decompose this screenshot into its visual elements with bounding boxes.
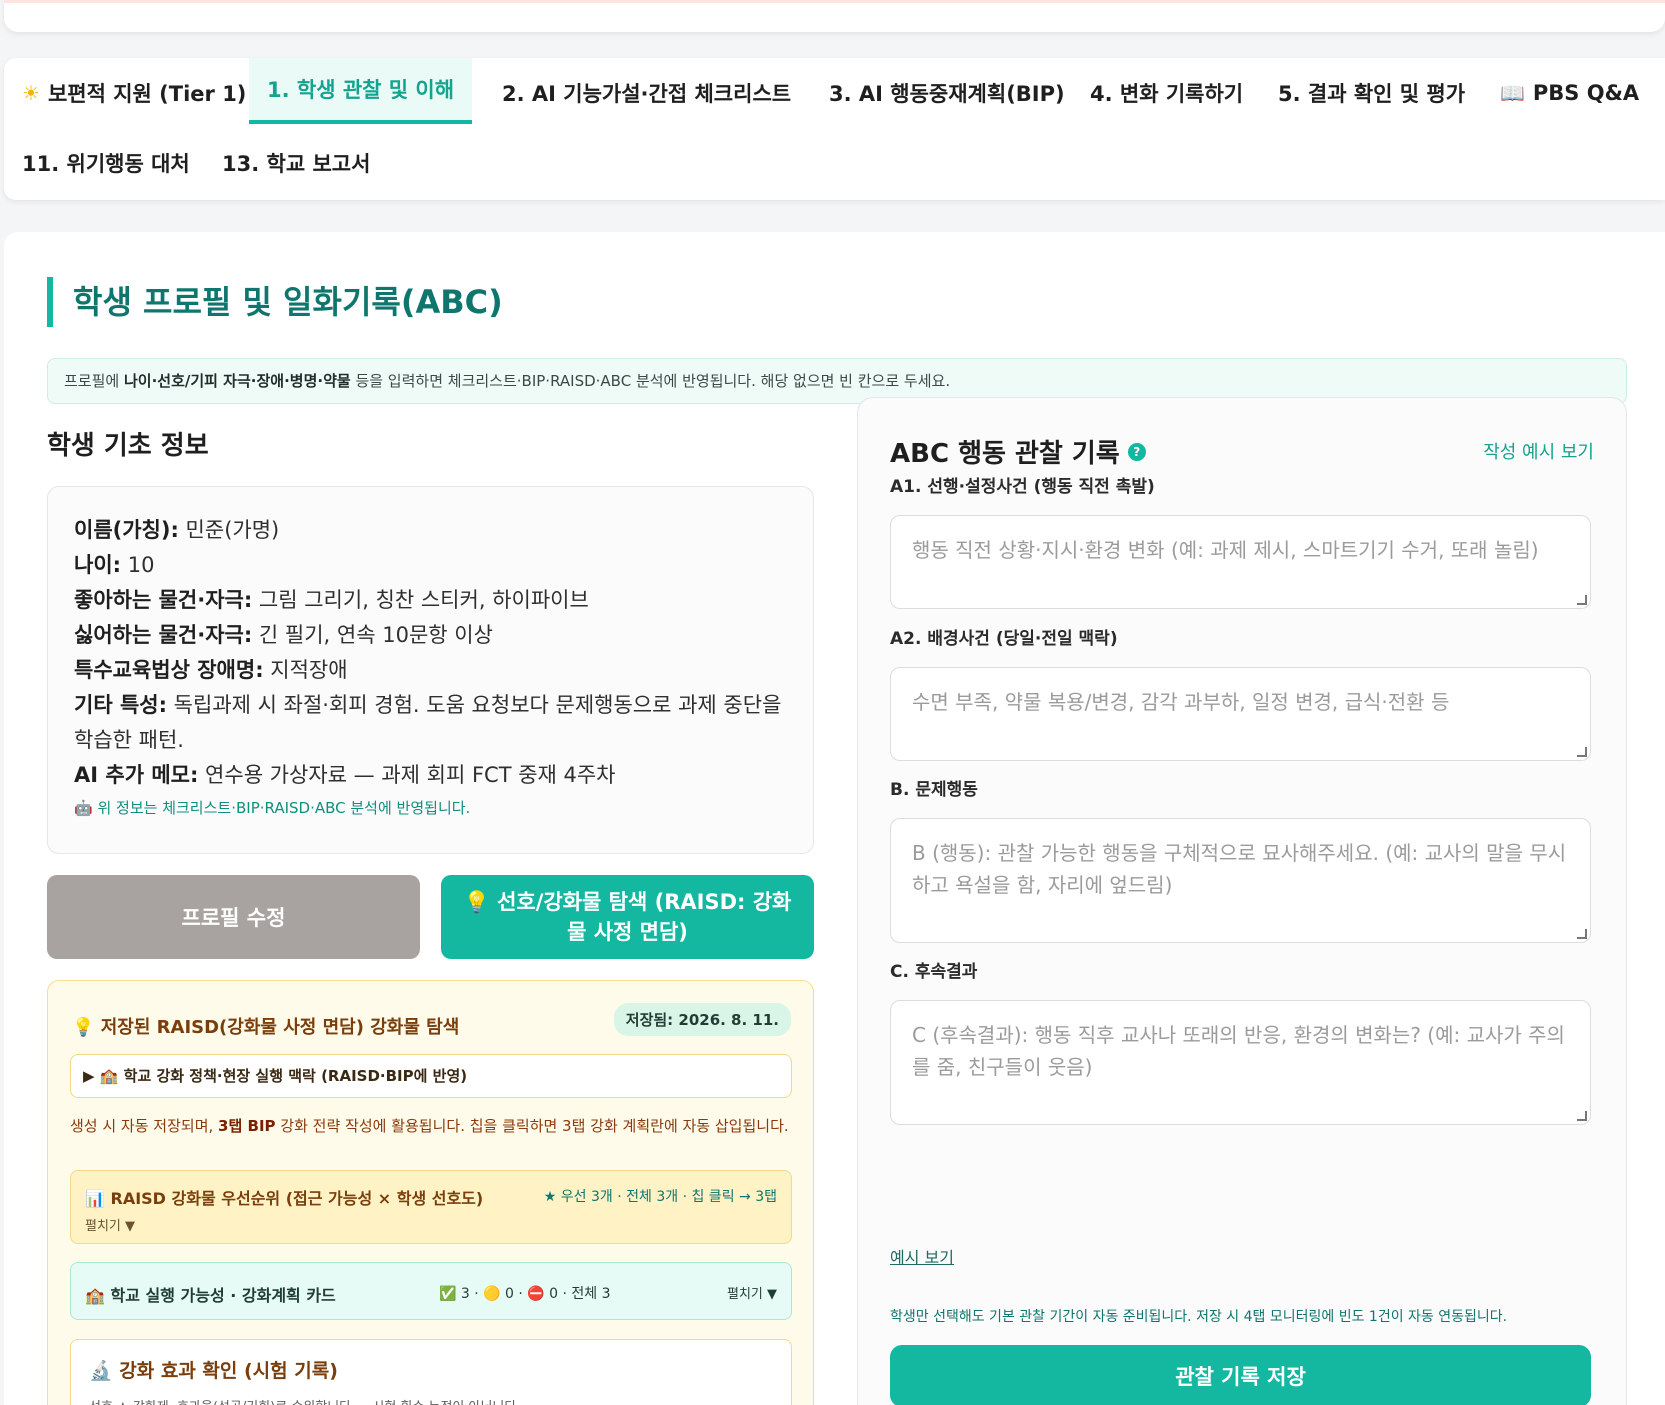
resize-handle[interactable] — [1577, 929, 1587, 939]
priority-meta: ★ 우선 3개 · 전체 3개 · 칩 클릭 → 3탭 — [543, 1189, 777, 1205]
lightbulb-icon: 💡 — [72, 1017, 95, 1038]
profile-name: 이름(가칭): 민준(가명) — [74, 518, 280, 542]
behavior-textarea[interactable]: B (행동): 관찰 가능한 행동을 구체적으로 묘사해주세요. (예: 교사의… — [890, 818, 1591, 943]
priority-card: 📊 RAISD 강화물 우선순위 (접근 가능성 × 학생 선호도) ★ 우선 … — [70, 1170, 792, 1244]
resize-handle[interactable] — [1577, 747, 1587, 757]
profile-disability: 특수교육법상 장애명: 지적장애 — [74, 658, 348, 682]
resize-handle[interactable] — [1577, 1111, 1587, 1121]
tab-observation[interactable]: 1. 학생 관찰 및 이해 — [249, 58, 473, 124]
saved-date-badge: 저장됨: 2026. 8. 11. — [613, 1003, 791, 1036]
help-icon[interactable]: ? — [1127, 442, 1146, 461]
a2-setting-event-textarea[interactable]: 수면 부족, 약물 복용/변경, 감각 과부하, 일정 변경, 급식·전환 등 — [890, 667, 1591, 761]
tab-checklist[interactable]: 2. AI 기능가설·간접 체크리스트 — [502, 58, 791, 128]
raisd-description: 생성 시 자동 저장되며, 3탭 BIP 강화 전략 작성에 활용됩니다. 칩을… — [70, 1117, 789, 1135]
profile-ai-memo: AI 추가 메모: 연수용 가상자료 — 과제 회피 FCT 중재 4주차 — [74, 763, 616, 787]
tab-crisis[interactable]: 11. 위기행동 대처 — [22, 128, 190, 198]
view-example-link[interactable]: 예시 보기 — [890, 1244, 954, 1268]
tab-bip[interactable]: 3. AI 행동중재계획(BIP) — [829, 58, 1065, 128]
effect-check-title: 🔬 강화 효과 확인 (시험 기록) — [89, 1360, 338, 1382]
consequence-textarea[interactable]: C (후속결과): 행동 직후 교사나 또래의 반응, 환경의 변화는? (예:… — [890, 1000, 1591, 1125]
profile-note: 🤖 위 정보는 체크리스트·BIP·RAISD·ABC 분석에 반영됩니다. — [74, 799, 471, 817]
page-title: 학생 프로필 및 일화기록(ABC) — [47, 277, 503, 327]
tab-bar: ☀ 보편적 지원 (Tier 1) 1. 학생 관찰 및 이해 2. AI 기능… — [4, 58, 1665, 200]
priority-expand-toggle[interactable]: 펼치기 ▼ — [85, 1215, 135, 1234]
school-feasibility-stats: ✅ 3 · 🟡 0 · ⛔ 0 · 전체 3 — [439, 1286, 611, 1302]
effect-check-card: 🔬 강화 효과 확인 (시험 기록) 선호 ★ 강화제, 효과율(성공/기회)로… — [70, 1339, 792, 1405]
resize-handle[interactable] — [1577, 595, 1587, 605]
profile-dislikes: 싫어하는 물건·자극: 긴 필기, 연속 10문항 이상 — [74, 623, 493, 647]
profile-traits: 기타 특성: 독립과제 시 좌절·회피 경험. 도움 요청보다 문제행동으로 과… — [74, 693, 782, 752]
writing-example-link[interactable]: 작성 예시 보기 — [1483, 438, 1594, 464]
save-observation-button[interactable]: 관찰 기록 저장 — [890, 1345, 1591, 1405]
school-feasibility-card: 🏫 학교 실행 가능성 · 강화계획 카드 ✅ 3 · 🟡 0 · ⛔ 0 · … — [70, 1262, 792, 1320]
abc-panel: ABC 행동 관찰 기록 ? 작성 예시 보기 A1. 선행·설정사건 (행동 … — [857, 397, 1627, 1405]
effect-check-subtitle: 선호 ★ 강화제, 효과율(성공/기회)로 순위합니다 — 시험 횟수 누적이 … — [89, 1396, 516, 1405]
auto-link-note: 학생만 선택해도 기본 관찰 기간이 자동 준비됩니다. 저장 시 4탭 모니터… — [890, 1309, 1508, 1325]
abc-title: ABC 행동 관찰 기록 ? — [890, 433, 1146, 470]
profile-likes: 좋아하는 물건·자극: 그림 그리기, 칭찬 스티커, 하이파이브 — [74, 588, 589, 612]
tab-result[interactable]: 5. 결과 확인 및 평가 — [1278, 58, 1465, 128]
top-bar — [4, 0, 1665, 32]
tab-change-record[interactable]: 4. 변화 기록하기 — [1090, 58, 1243, 128]
priority-title: 📊 RAISD 강화물 우선순위 (접근 가능성 × 학생 선호도) — [85, 1189, 484, 1208]
profile-card: 이름(가칭): 민준(가명) 나이: 10 좋아하는 물건·자극: 그림 그리기… — [47, 486, 814, 854]
a1-label: A1. 선행·설정사건 (행동 직전 촉발) — [890, 477, 1155, 497]
edit-profile-button[interactable]: 프로필 수정 — [47, 875, 420, 959]
tab-pbs-qa[interactable]: 📖 PBS Q&A — [1500, 58, 1639, 128]
tab-tier1[interactable]: ☀ 보편적 지원 (Tier 1) — [22, 58, 246, 128]
a1-antecedent-textarea[interactable]: 행동 직전 상황·지시·환경 변화 (예: 과제 제시, 스마트기기 수거, 또… — [890, 515, 1591, 609]
raisd-title: 💡 저장된 RAISD(강화물 사정 면담) 강화물 탐색 — [72, 1017, 460, 1038]
lightbulb-icon: 💡 — [463, 890, 490, 914]
main-panel: 학생 프로필 및 일화기록(ABC) 프로필에 나이·선호/기피 자극·장애·병… — [4, 232, 1665, 1405]
raisd-explore-button[interactable]: 💡 선호/강화물 탐색 (RAISD: 강화물 사정 면담) — [441, 875, 814, 959]
profile-heading: 학생 기초 정보 — [47, 431, 209, 461]
tab-school-report[interactable]: 13. 학교 보고서 — [222, 128, 370, 198]
book-icon: 📖 — [1500, 81, 1525, 105]
school-feasibility-title: 🏫 학교 실행 가능성 · 강화계획 카드 — [85, 1286, 336, 1305]
consequence-label: C. 후속결과 — [890, 962, 978, 982]
robot-icon: 🤖 — [74, 799, 93, 817]
raisd-panel: 💡 저장된 RAISD(강화물 사정 면담) 강화물 탐색 저장됨: 2026.… — [47, 980, 814, 1405]
behavior-label: B. 문제행동 — [890, 780, 978, 800]
school-expand-toggle[interactable]: 펼치기 ▼ — [727, 1283, 777, 1302]
sun-icon: ☀ — [22, 81, 40, 105]
a2-label: A2. 배경사건 (당일·전일 맥락) — [890, 629, 1118, 649]
school-context-toggle[interactable]: ▶ 🏫 학교 강화 정책·현장 실행 맥락 (RAISD·BIP에 반영) — [70, 1054, 792, 1098]
profile-age: 나이: 10 — [74, 553, 155, 577]
